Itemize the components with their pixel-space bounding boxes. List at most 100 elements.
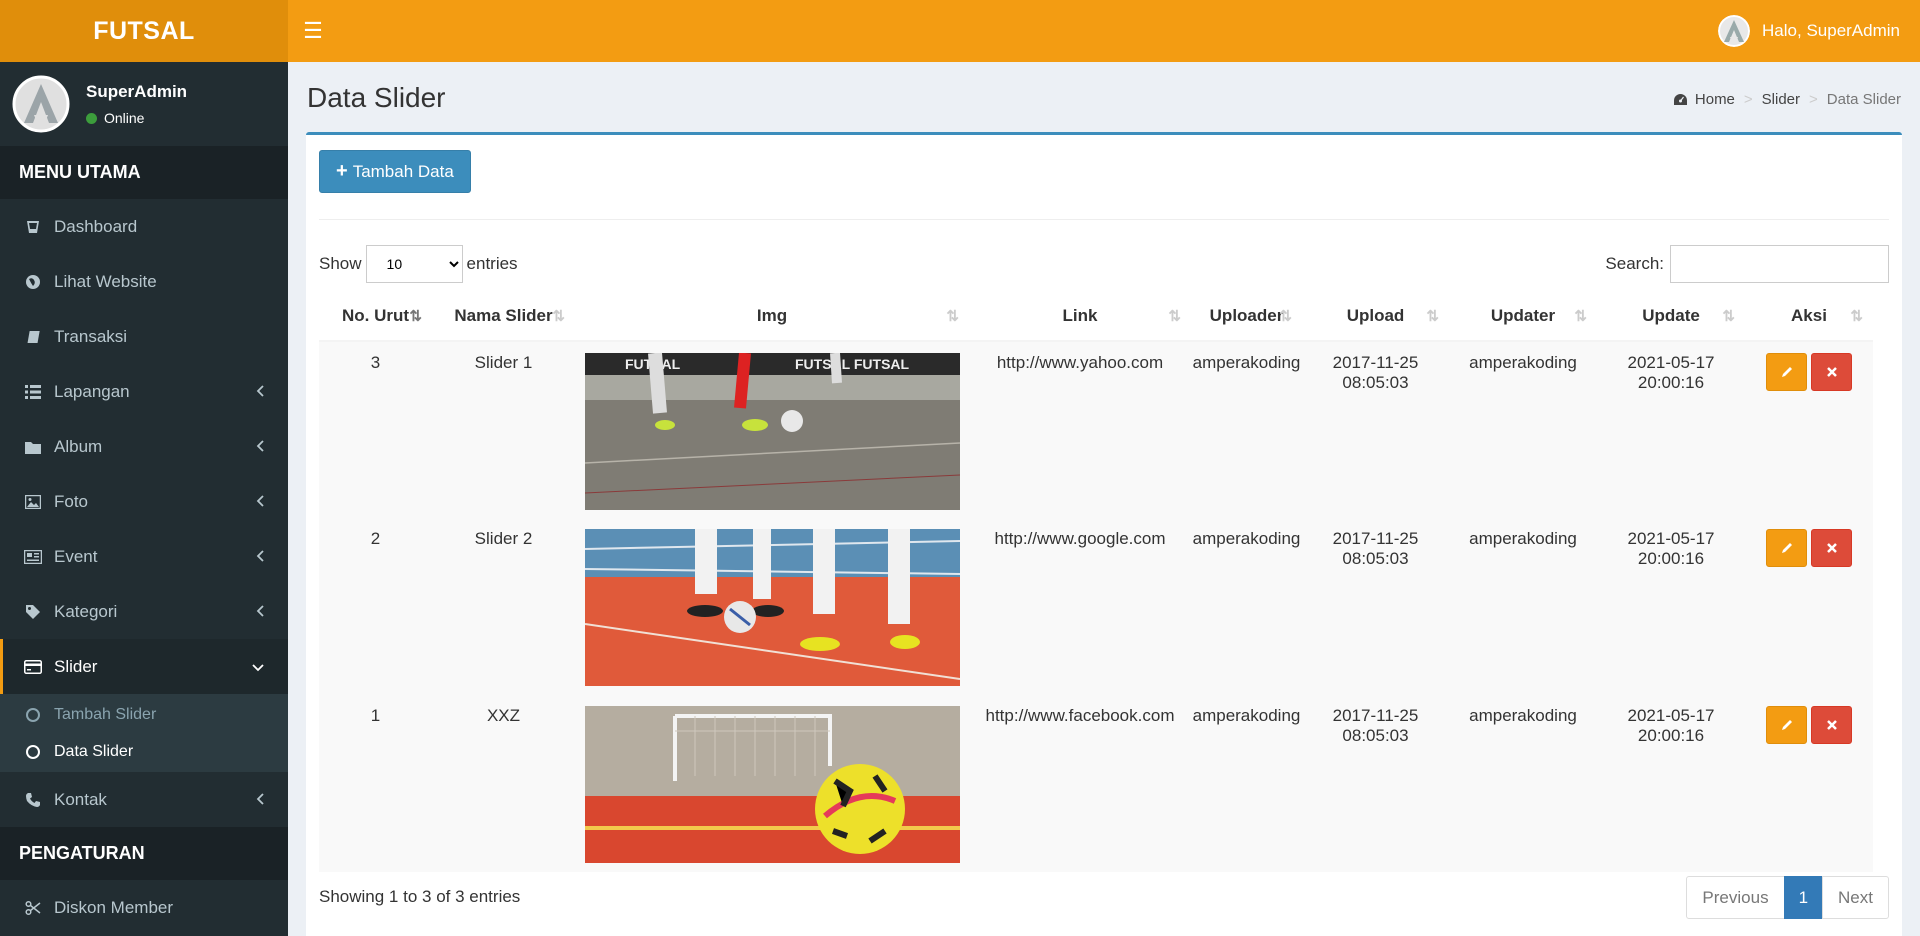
sidebar-toggle-icon[interactable]: ☰ bbox=[288, 0, 338, 62]
breadcrumb-home[interactable]: Home bbox=[1695, 91, 1735, 108]
sidebar-item-dashboard[interactable]: Dashboard bbox=[0, 199, 288, 254]
chevron-left-icon bbox=[256, 382, 264, 402]
cell-link: http://www.google.com bbox=[969, 518, 1191, 695]
slider-thumbnail[interactable]: FUTSAL FUTSAL FUTSAL bbox=[584, 353, 960, 510]
column-header-aksi[interactable]: Aksi ⇅ bbox=[1745, 292, 1873, 342]
slider-thumbnail[interactable] bbox=[584, 706, 960, 863]
cell-no: 2 bbox=[319, 518, 432, 695]
online-dot-icon bbox=[86, 112, 97, 124]
slider-table: No. Urut ⇅ Nama Slider ⇅ Img ⇅ Link ⇅ Upload… bbox=[319, 292, 1873, 872]
sidebar-item-diskon-member[interactable]: Diskon Member bbox=[0, 880, 288, 935]
edit-button[interactable] bbox=[1766, 529, 1807, 567]
sort-desc-icon: ⇅ bbox=[409, 308, 422, 325]
search-label: Search: bbox=[1605, 254, 1664, 273]
cell-upload: 2017-11-25 08:05:03 bbox=[1302, 341, 1449, 518]
menu-header-settings: PENGATURAN bbox=[0, 827, 288, 880]
column-header-link[interactable]: Link ⇅ bbox=[969, 292, 1191, 342]
table-row: 3 Slider 1 FUTSAL FUTSAL FUTSAL bbox=[319, 341, 1873, 518]
sidebar-item-foto[interactable]: Foto bbox=[0, 474, 288, 529]
user-avatar-small bbox=[1718, 15, 1751, 47]
column-header-updater[interactable]: Updater ⇅ bbox=[1449, 292, 1597, 342]
sort-icon: ⇅ bbox=[552, 308, 565, 325]
cell-uploader: amperakoding bbox=[1191, 518, 1302, 695]
cell-actions bbox=[1745, 518, 1873, 695]
sidebar-item-kategori[interactable]: Kategori bbox=[0, 584, 288, 639]
globe-icon bbox=[22, 274, 44, 290]
dashboard-icon bbox=[1673, 93, 1688, 106]
delete-button[interactable] bbox=[1811, 353, 1852, 391]
user-panel: SuperAdmin Online bbox=[0, 62, 288, 146]
sidebar-item-album[interactable]: Album bbox=[0, 419, 288, 474]
user-avatar bbox=[12, 75, 70, 133]
sidebar-item-lihat-website[interactable]: Lihat Website bbox=[0, 254, 288, 309]
table-row: 1 XXZ http://www.facebook.com amperakodi… bbox=[319, 695, 1873, 872]
entries-label: entries bbox=[466, 254, 518, 273]
cell-name: Slider 2 bbox=[432, 518, 575, 695]
submenu-item-tambah-slider[interactable]: Tambah Slider bbox=[0, 696, 288, 733]
app-logo[interactable]: FUTSAL bbox=[0, 0, 288, 62]
cell-link: http://www.yahoo.com bbox=[969, 341, 1191, 518]
cell-updater: amperakoding bbox=[1449, 518, 1597, 695]
column-header-no-urut[interactable]: No. Urut ⇅ bbox=[319, 292, 432, 342]
next-page-button[interactable]: Next bbox=[1822, 876, 1889, 919]
cell-no: 1 bbox=[319, 695, 432, 872]
close-icon bbox=[1826, 543, 1837, 553]
breadcrumb-separator: > bbox=[1809, 91, 1818, 108]
user-status: Online bbox=[86, 110, 187, 126]
column-header-img[interactable]: Img ⇅ bbox=[575, 292, 969, 342]
previous-page-button[interactable]: Previous bbox=[1686, 876, 1785, 919]
breadcrumb-slider[interactable]: Slider bbox=[1762, 91, 1800, 108]
cell-uploader: amperakoding bbox=[1191, 695, 1302, 872]
sidebar-item-slider[interactable]: Slider bbox=[0, 639, 288, 694]
cell-update: 2021-05-17 20:00:16 bbox=[1597, 341, 1745, 518]
folder-icon bbox=[22, 440, 44, 454]
sidebar: SuperAdmin Online MENU UTAMA Dashboard L… bbox=[0, 62, 288, 936]
divider bbox=[319, 219, 1889, 220]
table-row: 2 Slider 2 http://www.google.com amperak… bbox=[319, 518, 1873, 695]
cell-img: FUTSAL FUTSAL FUTSAL bbox=[575, 341, 969, 518]
sort-icon: ⇅ bbox=[946, 308, 959, 325]
delete-button[interactable] bbox=[1811, 529, 1852, 567]
image-icon bbox=[22, 494, 44, 509]
column-header-nama-slider[interactable]: Nama Slider ⇅ bbox=[432, 292, 575, 342]
search-input[interactable] bbox=[1670, 245, 1889, 283]
chevron-left-icon bbox=[256, 602, 264, 622]
sort-icon: ⇅ bbox=[1850, 308, 1863, 325]
sidebar-item-event[interactable]: Event bbox=[0, 529, 288, 584]
table-info: Showing 1 to 3 of 3 entries bbox=[319, 887, 521, 906]
close-icon bbox=[1826, 720, 1837, 730]
chevron-left-icon bbox=[256, 492, 264, 512]
sort-icon: ⇅ bbox=[1168, 308, 1181, 325]
add-data-button[interactable]: + Tambah Data bbox=[319, 150, 471, 193]
dashboard-icon bbox=[22, 219, 44, 235]
plus-icon: + bbox=[336, 160, 348, 182]
sidebar-item-lapangan[interactable]: Lapangan bbox=[0, 364, 288, 419]
page-1-button[interactable]: 1 bbox=[1783, 876, 1824, 919]
submenu-item-data-slider[interactable]: Data Slider bbox=[0, 733, 288, 770]
delete-button[interactable] bbox=[1811, 706, 1852, 744]
sidebar-item-transaksi[interactable]: Transaksi bbox=[0, 309, 288, 364]
edit-button[interactable] bbox=[1766, 353, 1807, 391]
page-size-select[interactable]: 10 bbox=[365, 245, 463, 283]
column-header-update[interactable]: Update ⇅ bbox=[1597, 292, 1745, 342]
pencil-icon bbox=[1781, 720, 1792, 730]
edit-button[interactable] bbox=[1766, 706, 1807, 744]
cell-updater: amperakoding bbox=[1449, 695, 1597, 872]
show-label: Show bbox=[319, 254, 362, 273]
phone-icon bbox=[22, 792, 44, 808]
sidebar-item-kontak[interactable]: Kontak bbox=[0, 772, 288, 827]
top-navbar: ☰ Halo, SuperAdmin bbox=[288, 0, 1920, 62]
credit-card-icon bbox=[22, 659, 44, 674]
column-header-uploader[interactable]: Uploader ⇅ bbox=[1191, 292, 1302, 342]
breadcrumb-separator: > bbox=[1743, 91, 1753, 108]
cell-updater: amperakoding bbox=[1449, 341, 1597, 518]
slider-thumbnail[interactable] bbox=[584, 529, 960, 686]
data-box: + Tambah Data Show 10 entries Search: No… bbox=[306, 132, 1902, 936]
list-icon bbox=[22, 384, 44, 399]
chevron-left-icon bbox=[256, 437, 264, 457]
breadcrumb-current: Data Slider bbox=[1826, 91, 1901, 108]
page-title: Data Slider bbox=[307, 82, 446, 113]
column-header-upload[interactable]: Upload ⇅ bbox=[1302, 292, 1449, 342]
user-menu[interactable]: Halo, SuperAdmin bbox=[1718, 15, 1920, 47]
cell-update: 2021-05-17 20:00:16 bbox=[1597, 518, 1745, 695]
